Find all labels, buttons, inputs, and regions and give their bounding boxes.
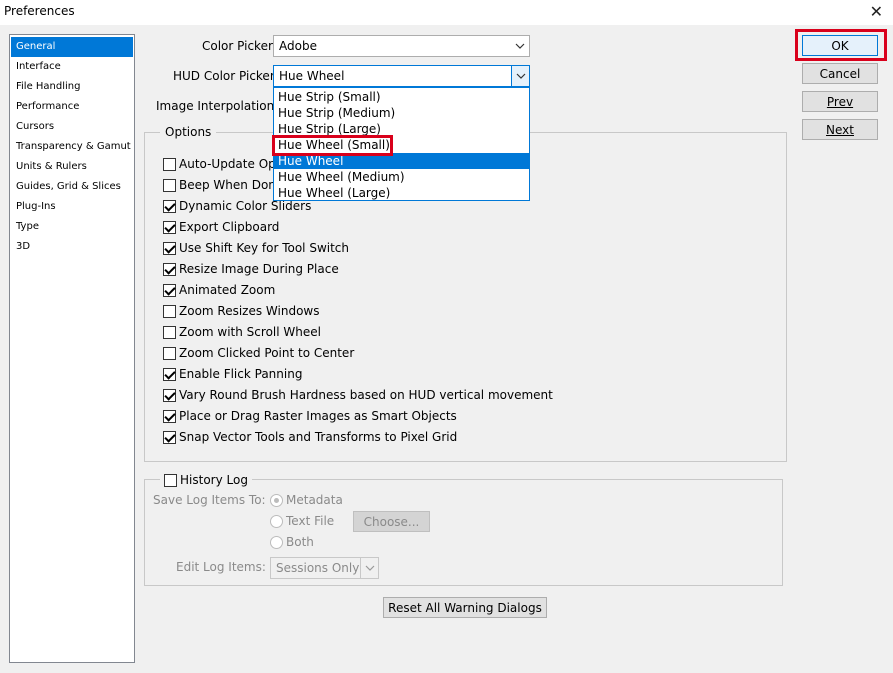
options-legend: Options [160, 125, 217, 139]
checkbox-box[interactable] [163, 325, 176, 339]
sidebar-item-file-handling[interactable]: File Handling [10, 77, 134, 97]
checkmark-icon[interactable] [163, 283, 176, 297]
checkmark-icon[interactable] [163, 388, 176, 402]
color-picker-label: Color Picker: [202, 39, 277, 53]
radio-dot-icon[interactable] [270, 535, 283, 549]
hud-color-picker-select[interactable]: Hue Wheel [273, 65, 530, 87]
checkmark-icon[interactable] [163, 430, 176, 444]
checkbox-snap-vector-tools[interactable]: Snap Vector Tools and Transforms to Pixe… [163, 428, 457, 446]
sidebar-item-interface[interactable]: Interface [10, 57, 134, 77]
save-log-items-label: Save Log Items To: [153, 493, 266, 507]
checkbox-use-shift-key[interactable]: Use Shift Key for Tool Switch [163, 239, 349, 257]
dropdown-option-hue-strip-medium[interactable]: Hue Strip (Medium) [274, 105, 529, 121]
checkbox-box[interactable] [164, 473, 177, 487]
sidebar-item-cursors[interactable]: Cursors [10, 117, 134, 137]
dropdown-option-hue-strip-small[interactable]: Hue Strip (Small) [274, 89, 529, 105]
radio-text-file[interactable]: Text File [270, 512, 334, 530]
sidebar-item-transparency-gamut[interactable]: Transparency & Gamut [10, 137, 134, 157]
dropdown-option-hue-wheel-medium[interactable]: Hue Wheel (Medium) [274, 169, 529, 185]
edit-log-items-label: Edit Log Items: [176, 560, 266, 574]
chevron-down-icon [511, 36, 529, 56]
sidebar-item-units-rulers[interactable]: Units & Rulers [10, 157, 134, 177]
color-picker-value: Adobe [279, 39, 317, 53]
checkbox-beep-when-done[interactable]: Beep When Done [163, 176, 283, 194]
chevron-down-icon[interactable] [511, 66, 529, 86]
checkbox-export-clipboard[interactable]: Export Clipboard [163, 218, 279, 236]
checkbox-box[interactable] [163, 304, 176, 318]
checkbox-place-smart-objects[interactable]: Place or Drag Raster Images as Smart Obj… [163, 407, 457, 425]
radio-dot-icon[interactable] [270, 493, 283, 507]
title-bar: Preferences ✕ [0, 0, 893, 25]
hud-color-picker-label: HUD Color Picker: [173, 69, 279, 83]
choose-button[interactable]: Choose... [353, 511, 430, 532]
checkbox-box[interactable] [163, 157, 176, 171]
sidebar-item-plug-ins[interactable]: Plug-Ins [10, 197, 134, 217]
next-button[interactable]: Next [802, 119, 878, 140]
checkmark-icon[interactable] [163, 262, 176, 276]
preferences-sidebar: General Interface File Handling Performa… [9, 34, 135, 663]
edit-log-items-value: Sessions Only [276, 561, 360, 575]
edit-log-items-select[interactable]: Sessions Only [270, 557, 379, 579]
checkbox-enable-flick-panning[interactable]: Enable Flick Panning [163, 365, 302, 383]
cancel-button[interactable]: Cancel [802, 63, 878, 84]
chevron-down-icon [360, 558, 378, 578]
checkmark-icon[interactable] [163, 199, 176, 213]
radio-dot-icon[interactable] [270, 514, 283, 528]
checkbox-box[interactable] [163, 178, 176, 192]
close-icon[interactable]: ✕ [870, 2, 883, 21]
checkmark-icon[interactable] [163, 367, 176, 381]
checkbox-vary-round-brush[interactable]: Vary Round Brush Hardness based on HUD v… [163, 386, 553, 404]
checkbox-auto-update[interactable]: Auto-Update Ope [163, 155, 283, 173]
highlight-ok-button [795, 29, 887, 61]
checkbox-box[interactable] [163, 346, 176, 360]
checkbox-resize-image-during-place[interactable]: Resize Image During Place [163, 260, 339, 278]
checkmark-icon[interactable] [163, 241, 176, 255]
checkbox-animated-zoom[interactable]: Animated Zoom [163, 281, 275, 299]
sidebar-item-performance[interactable]: Performance [10, 97, 134, 117]
radio-metadata[interactable]: Metadata [270, 491, 343, 509]
sidebar-item-type[interactable]: Type [10, 217, 134, 237]
sidebar-item-guides-grid-slices[interactable]: Guides, Grid & Slices [10, 177, 134, 197]
image-interpolation-label: Image Interpolation: [156, 99, 279, 113]
hud-color-picker-value: Hue Wheel [279, 69, 345, 83]
highlight-hue-wheel-small [272, 135, 393, 156]
dropdown-option-hue-wheel-large[interactable]: Hue Wheel (Large) [274, 185, 529, 201]
checkmark-icon[interactable] [163, 409, 176, 423]
checkbox-zoom-resizes-windows[interactable]: Zoom Resizes Windows [163, 302, 320, 320]
radio-both[interactable]: Both [270, 533, 314, 551]
checkbox-zoom-clicked-point[interactable]: Zoom Clicked Point to Center [163, 344, 354, 362]
prev-button[interactable]: Prev [802, 91, 878, 112]
checkmark-icon[interactable] [163, 220, 176, 234]
color-picker-select[interactable]: Adobe [273, 35, 530, 57]
window-title: Preferences [4, 4, 75, 18]
sidebar-item-3d[interactable]: 3D [10, 237, 134, 257]
reset-warning-dialogs-button[interactable]: Reset All Warning Dialogs [383, 597, 547, 618]
checkbox-zoom-with-scroll-wheel[interactable]: Zoom with Scroll Wheel [163, 323, 321, 341]
sidebar-item-general[interactable]: General [11, 37, 133, 57]
history-log-toggle[interactable]: History Log [160, 471, 252, 489]
